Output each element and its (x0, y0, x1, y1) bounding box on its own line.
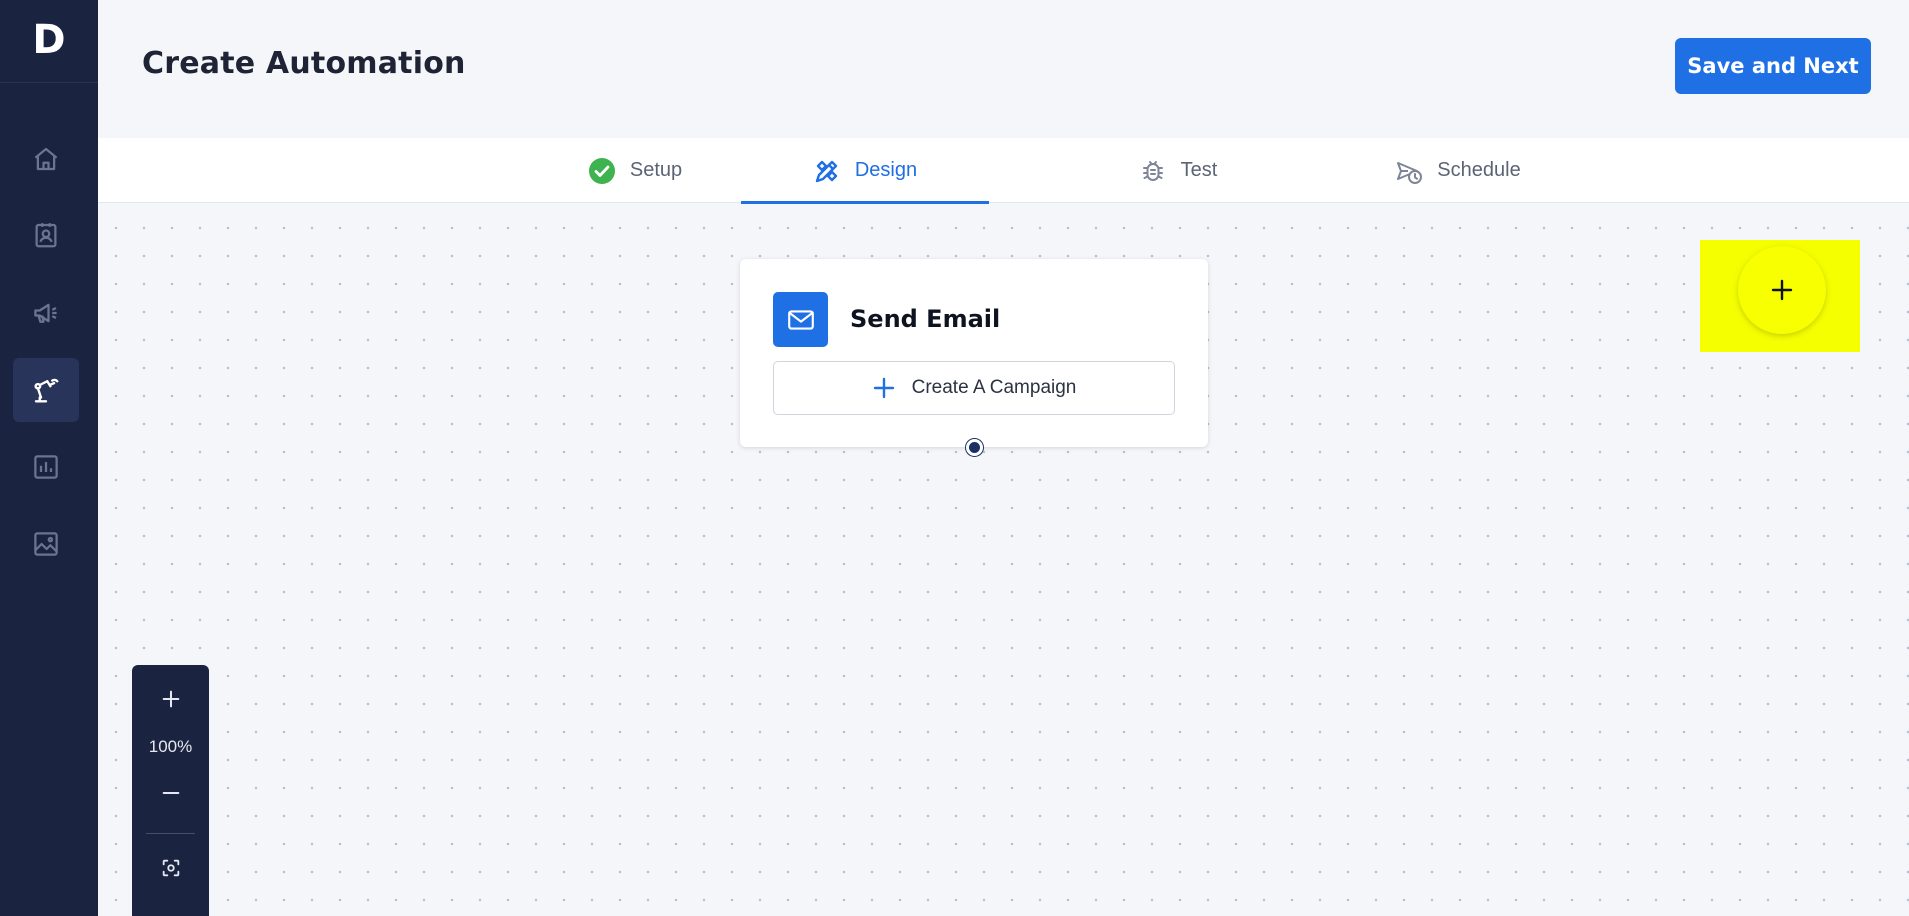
plus-icon (1771, 279, 1793, 301)
mail-icon (773, 292, 828, 347)
tab-setup[interactable]: Setup (535, 138, 735, 203)
tab-design[interactable]: Design (741, 138, 989, 204)
minus-icon (162, 791, 179, 795)
bug-icon (1139, 157, 1167, 185)
node-output-handle[interactable] (966, 439, 983, 456)
app-logo[interactable]: D (0, 0, 98, 80)
schedule-send-icon (1395, 157, 1423, 185)
page-title: Create Automation (142, 46, 466, 81)
add-node-button[interactable] (1738, 246, 1826, 334)
fit-view-icon (162, 859, 179, 877)
save-and-next-button[interactable]: Save and Next (1675, 38, 1871, 94)
create-campaign-button[interactable]: Create A Campaign (773, 361, 1175, 415)
megaphone-icon (34, 303, 57, 323)
tab-design-label: Design (854, 159, 918, 181)
tab-setup-label: Setup (629, 159, 683, 181)
image-icon (34, 532, 58, 556)
bar-chart-icon (34, 455, 58, 479)
sidebar-divider (0, 82, 98, 83)
create-campaign-label: Create A Campaign (911, 377, 1077, 398)
fit-view-button[interactable] (132, 846, 209, 890)
zoom-in-button[interactable] (132, 677, 209, 721)
sidebar-item-reports[interactable] (13, 435, 79, 499)
sidebar: D (0, 0, 98, 916)
plus-icon (162, 690, 179, 708)
home-icon (34, 147, 58, 171)
sidebar-item-contacts[interactable] (13, 203, 79, 267)
node-title: Send Email (850, 305, 1001, 333)
zoom-controls: 100% (132, 665, 209, 916)
sidebar-item-campaigns[interactable] (13, 281, 79, 345)
plus-icon (872, 376, 896, 400)
sidebar-item-home[interactable] (13, 127, 79, 191)
tab-test-label: Test (1180, 159, 1218, 181)
zoom-out-button[interactable] (132, 771, 209, 815)
tab-schedule[interactable]: Schedule (1358, 138, 1558, 203)
design-tools-icon (813, 157, 841, 185)
send-email-node[interactable]: Send Email Create A Campaign (740, 259, 1208, 447)
tab-schedule-label: Schedule (1437, 159, 1521, 181)
zoom-divider (146, 833, 195, 834)
check-circle-icon (588, 157, 616, 185)
contact-card-icon (35, 223, 57, 248)
zoom-level: 100% (148, 737, 193, 756)
sidebar-item-automation[interactable] (13, 358, 79, 422)
tab-test[interactable]: Test (1098, 138, 1258, 203)
robot-arm-icon (34, 378, 59, 403)
sidebar-item-media[interactable] (13, 512, 79, 576)
step-tabs: Setup Design Test Schedule (98, 138, 1909, 204)
